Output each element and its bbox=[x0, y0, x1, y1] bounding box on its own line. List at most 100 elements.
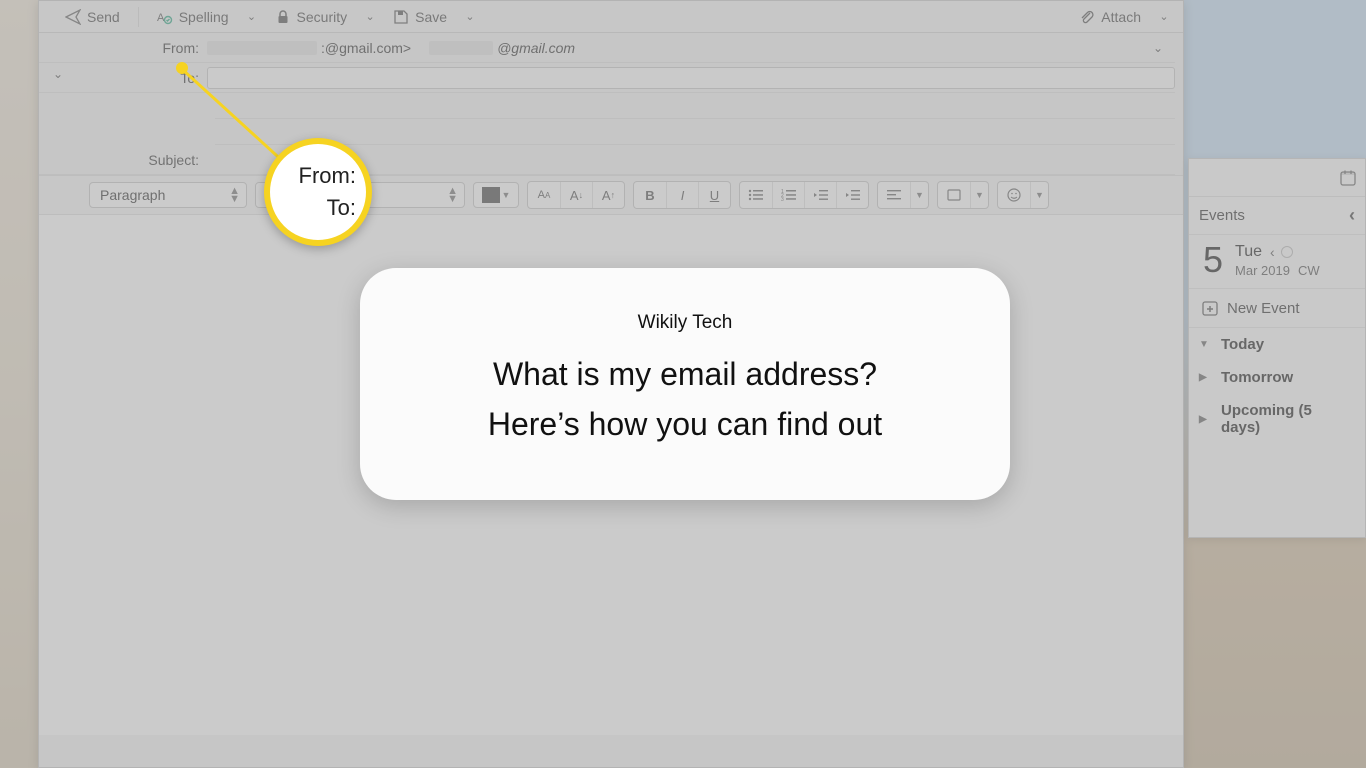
subject-row: Subject: bbox=[39, 145, 1175, 175]
to-row: ⌄ To: bbox=[39, 63, 1175, 93]
new-event-icon bbox=[1201, 299, 1219, 317]
align-group: ▼ bbox=[877, 181, 929, 209]
align-button[interactable] bbox=[878, 182, 910, 208]
insert-button[interactable] bbox=[938, 182, 970, 208]
headline-line-2: Here’s how you can find out bbox=[488, 406, 882, 442]
save-label: Save bbox=[415, 9, 447, 25]
new-event-button[interactable]: New Event bbox=[1189, 289, 1365, 328]
calendar-events-header: Events ‹ bbox=[1189, 197, 1365, 235]
subject-label: Subject: bbox=[39, 152, 207, 168]
section-tomorrow[interactable]: ▶ Tomorrow bbox=[1189, 361, 1365, 394]
day-number: 5 bbox=[1203, 243, 1223, 277]
new-event-label: New Event bbox=[1227, 300, 1300, 317]
collapse-events-icon[interactable]: ‹ bbox=[1349, 205, 1355, 226]
callout-anchor-dot bbox=[176, 62, 188, 74]
emoji-dropdown[interactable]: ▼ bbox=[1030, 182, 1048, 208]
save-dropdown[interactable]: ⌄ bbox=[461, 6, 479, 27]
magnifier-line-1: From: bbox=[299, 163, 356, 189]
font-size-increase-button[interactable]: A↑ bbox=[592, 182, 624, 208]
insert-dropdown[interactable]: ▼ bbox=[970, 182, 988, 208]
from-value[interactable]: :@gmail.com> @gmail.com ⌄ bbox=[207, 40, 1175, 56]
to-value-wrap bbox=[207, 67, 1175, 89]
color-swatch bbox=[482, 187, 500, 203]
header-fields: From: :@gmail.com> @gmail.com ⌄ ⌄ To: Su… bbox=[39, 33, 1183, 175]
expand-recipients-icon[interactable]: ⌄ bbox=[53, 67, 63, 81]
emoji-group: ▼ bbox=[997, 181, 1049, 209]
font-size-decrease-button[interactable]: A↓ bbox=[560, 182, 592, 208]
from-row: From: :@gmail.com> @gmail.com ⌄ bbox=[39, 33, 1175, 63]
prev-day-button[interactable]: ‹ bbox=[1270, 244, 1275, 260]
text-style-group: B I U bbox=[633, 181, 731, 209]
text-color-button[interactable]: ▼ bbox=[473, 182, 519, 208]
headline-text: What is my email address? Here’s how you… bbox=[488, 350, 882, 449]
spelling-dropdown[interactable]: ⌄ bbox=[243, 6, 261, 27]
paperclip-icon bbox=[1079, 9, 1095, 25]
events-title: Events bbox=[1199, 207, 1245, 224]
list-group: 123 bbox=[739, 181, 869, 209]
spelling-icon: A bbox=[157, 9, 173, 25]
paragraph-style-label: Paragraph bbox=[100, 187, 165, 203]
disclosure-open-icon: ▼ bbox=[1199, 339, 1211, 350]
calendar-sidebar: Events ‹ 5 Tue ‹ Mar 2019 CW New Event ▼… bbox=[1188, 158, 1366, 538]
section-today-label: Today bbox=[1221, 336, 1264, 353]
align-dropdown[interactable]: ▼ bbox=[910, 182, 928, 208]
indent-button[interactable] bbox=[836, 182, 868, 208]
security-button[interactable]: Security bbox=[265, 5, 358, 29]
paragraph-style-select[interactable]: Paragraph ▲▼ bbox=[89, 182, 247, 208]
svg-text:3: 3 bbox=[781, 197, 784, 202]
headline-line-1: What is my email address? bbox=[493, 356, 877, 392]
redacted-user bbox=[429, 41, 493, 55]
spelling-label: Spelling bbox=[179, 9, 229, 25]
section-tomorrow-label: Tomorrow bbox=[1221, 369, 1293, 386]
save-icon bbox=[393, 9, 409, 25]
updown-icon: ▲▼ bbox=[447, 187, 458, 203]
security-dropdown[interactable]: ⌄ bbox=[361, 6, 379, 27]
section-upcoming[interactable]: ▶ Upcoming (5 days) bbox=[1189, 394, 1365, 444]
bold-button[interactable]: B bbox=[634, 182, 666, 208]
magnifier-circle: From: To: bbox=[264, 138, 372, 246]
spelling-button[interactable]: A Spelling bbox=[147, 5, 239, 29]
attach-label: Attach bbox=[1101, 9, 1141, 25]
format-toolbar: Paragraph ▲▼ Variable Width ▲▼ ▼ AA A↓ A… bbox=[39, 175, 1183, 215]
numbered-list-button[interactable]: 123 bbox=[772, 182, 804, 208]
emoji-button[interactable] bbox=[998, 182, 1030, 208]
attach-dropdown[interactable]: ⌄ bbox=[1155, 6, 1173, 27]
section-today[interactable]: ▼ Today bbox=[1189, 328, 1365, 361]
day-name: Tue bbox=[1235, 243, 1262, 261]
from-label: From: bbox=[39, 40, 207, 56]
bullet-list-button[interactable] bbox=[740, 182, 772, 208]
calendar-grid-icon[interactable] bbox=[1339, 169, 1357, 187]
font-size-group: AA A↓ A↑ bbox=[527, 181, 625, 209]
calendar-week-label: CW bbox=[1298, 263, 1320, 278]
font-size-reset-button[interactable]: AA bbox=[528, 182, 560, 208]
svg-text:A: A bbox=[157, 12, 165, 24]
underline-button[interactable]: U bbox=[698, 182, 730, 208]
magnifier-line-2: To: bbox=[327, 195, 356, 221]
today-button[interactable] bbox=[1281, 246, 1293, 258]
lock-icon bbox=[275, 9, 291, 25]
outdent-button[interactable] bbox=[804, 182, 836, 208]
to-input[interactable] bbox=[207, 67, 1175, 89]
title-card: Wikily Tech What is my email address? He… bbox=[360, 268, 1010, 500]
month-year: Mar 2019 bbox=[1235, 263, 1290, 278]
section-upcoming-label: Upcoming (5 days) bbox=[1221, 402, 1355, 436]
italic-button[interactable]: I bbox=[666, 182, 698, 208]
save-button[interactable]: Save bbox=[383, 5, 457, 29]
send-icon bbox=[65, 9, 81, 25]
from-suffix-1: :@gmail.com> bbox=[321, 40, 411, 56]
attach-button[interactable]: Attach bbox=[1069, 5, 1151, 29]
disclosure-closed-icon: ▶ bbox=[1199, 372, 1211, 383]
compose-toolbar: Send A Spelling ⌄ Security ⌄ Save ⌄ bbox=[39, 1, 1183, 33]
brand-label: Wikily Tech bbox=[638, 312, 733, 334]
from-suffix-2: @gmail.com bbox=[497, 40, 575, 56]
redacted-name bbox=[207, 41, 317, 55]
send-label: Send bbox=[87, 9, 120, 25]
from-dropdown-icon[interactable]: ⌄ bbox=[1153, 41, 1163, 55]
cc-bcc-area bbox=[215, 93, 1175, 145]
calendar-current-date: 5 Tue ‹ Mar 2019 CW bbox=[1189, 235, 1365, 289]
disclosure-closed-icon: ▶ bbox=[1199, 414, 1211, 425]
security-label: Security bbox=[297, 9, 348, 25]
desktop-left-strip bbox=[0, 0, 38, 768]
send-button[interactable]: Send bbox=[55, 5, 130, 29]
toolbar-separator bbox=[138, 7, 139, 27]
